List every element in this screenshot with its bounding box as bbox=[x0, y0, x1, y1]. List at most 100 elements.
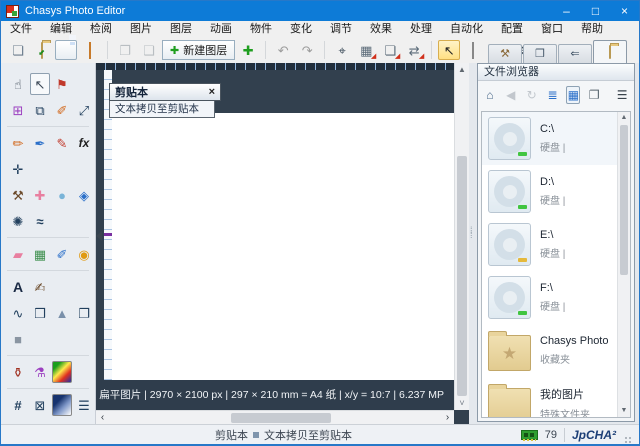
smudge-tool[interactable]: ≈ bbox=[30, 210, 50, 232]
panel-splitter-grip[interactable]: ⁞⁞ bbox=[470, 228, 473, 238]
copy-button[interactable] bbox=[114, 40, 136, 60]
fx-brush-tool[interactable]: fx bbox=[74, 132, 94, 154]
image-size-button[interactable] bbox=[379, 40, 401, 60]
menu-adjust[interactable]: 调节 bbox=[321, 21, 361, 37]
canvas-size-button[interactable] bbox=[355, 40, 377, 60]
hand-tool[interactable]: ☝ bbox=[8, 73, 28, 95]
menu-help[interactable]: 帮助 bbox=[572, 21, 612, 37]
save-button[interactable] bbox=[55, 40, 77, 60]
gradient-fill-tool[interactable] bbox=[52, 361, 72, 383]
tab-file-browser[interactable] bbox=[593, 40, 627, 63]
window-mode-button[interactable] bbox=[79, 40, 101, 60]
canvas-area[interactable]: 剪贴本 × 文本拷贝至剪贴本 扁平图片 | 2970 × 2100 px | 2… bbox=[96, 63, 469, 424]
curve-tool[interactable]: ∿ bbox=[8, 302, 28, 324]
menu-config[interactable]: 配置 bbox=[492, 21, 532, 37]
float-tab-close-icon[interactable]: × bbox=[209, 86, 215, 98]
menu-window[interactable]: 窗口 bbox=[532, 21, 572, 37]
adjust-lines-tool[interactable]: ☰ bbox=[74, 394, 94, 416]
pages-view-button[interactable] bbox=[587, 86, 601, 104]
list-item-my-pictures[interactable]: 我的图片 特殊文件夹 bbox=[482, 377, 617, 418]
resize-grip[interactable] bbox=[625, 437, 633, 445]
back-button[interactable] bbox=[504, 86, 518, 104]
signature-tool[interactable]: ✍ bbox=[30, 276, 50, 298]
chevron-down-icon[interactable] bbox=[455, 398, 469, 408]
splash-tool[interactable]: ✺ bbox=[8, 210, 28, 232]
fill-bucket-tool[interactable]: ⚱ bbox=[8, 361, 28, 383]
crop-tool[interactable]: ⧉ bbox=[30, 99, 50, 121]
dodge-sphere-tool[interactable]: ◉ bbox=[74, 243, 94, 265]
list-item-drive-f[interactable]: F:\ 硬盘 | bbox=[482, 271, 617, 324]
pencil-tool[interactable]: ✏ bbox=[8, 132, 28, 154]
vertical-scrollbar[interactable] bbox=[454, 63, 469, 410]
thumbnail-view-button[interactable] bbox=[566, 86, 580, 104]
clone-stamp-tool[interactable]: ⚒ bbox=[8, 184, 28, 206]
spray-bucket-tool[interactable]: ⚗ bbox=[30, 361, 50, 383]
scroll-up-icon[interactable] bbox=[618, 112, 630, 124]
heal-tool[interactable]: ✚ bbox=[30, 184, 50, 206]
tab-tools[interactable] bbox=[488, 44, 522, 63]
document-page[interactable] bbox=[112, 113, 454, 380]
brush-tool[interactable]: ✎ bbox=[52, 132, 72, 154]
knife-tool[interactable]: ✐ bbox=[52, 99, 72, 121]
pen-eraser-tool[interactable]: ✐ bbox=[52, 243, 72, 265]
scroll-down-icon[interactable] bbox=[618, 405, 630, 417]
undo-button[interactable] bbox=[272, 40, 294, 60]
refresh-button[interactable] bbox=[525, 86, 539, 104]
menu-effects[interactable]: 效果 bbox=[361, 21, 401, 37]
list-item-drive-e[interactable]: E:\ 硬盘 | bbox=[482, 218, 617, 271]
eyedropper-tool[interactable]: ✒ bbox=[30, 132, 50, 154]
close-button[interactable]: × bbox=[610, 1, 639, 21]
scroll-up-icon[interactable] bbox=[455, 63, 469, 76]
menu-layer[interactable]: 图层 bbox=[161, 21, 201, 37]
menu-review[interactable]: 检阅 bbox=[81, 21, 121, 37]
file-list-scrollbar[interactable] bbox=[617, 112, 630, 417]
tab-layers[interactable] bbox=[523, 44, 557, 63]
pointer-mode-button[interactable] bbox=[438, 40, 460, 60]
menu-image[interactable]: 图片 bbox=[121, 21, 161, 37]
cube-3d-tool[interactable]: ■ bbox=[8, 328, 28, 350]
shape-ellipse-tool[interactable]: ❐ bbox=[74, 302, 94, 324]
menu-process[interactable]: 处理 bbox=[401, 21, 441, 37]
preview-mode-button[interactable] bbox=[462, 40, 484, 60]
horizontal-scrollbar[interactable] bbox=[96, 410, 454, 424]
tab-import[interactable] bbox=[558, 44, 592, 63]
new-document-button[interactable] bbox=[7, 40, 29, 60]
menu-transform[interactable]: 变化 bbox=[281, 21, 321, 37]
list-item-chasys-photo[interactable]: ★ Chasys Photo 收藏夹 bbox=[482, 324, 617, 377]
polygon-tool[interactable]: ▲ bbox=[52, 302, 72, 324]
menu-object[interactable]: 物件 bbox=[241, 21, 281, 37]
smart-eraser-tool[interactable]: ▦ bbox=[30, 243, 50, 265]
horizontal-scroll-thumb[interactable] bbox=[231, 413, 331, 423]
minimize-button[interactable]: – bbox=[552, 1, 581, 21]
list-view-button[interactable] bbox=[546, 86, 560, 104]
file-list-scroll-thumb[interactable] bbox=[620, 125, 628, 275]
paste-button[interactable] bbox=[138, 40, 160, 60]
list-item-drive-c[interactable]: C:\ 硬盘 | bbox=[482, 112, 617, 165]
new-layer-button[interactable]: 新建图层 bbox=[162, 40, 235, 60]
pushpin-tool[interactable]: ⚑ bbox=[52, 73, 72, 95]
trim-canvas-button[interactable] bbox=[331, 40, 353, 60]
redo-button[interactable] bbox=[296, 40, 318, 60]
open-button[interactable] bbox=[31, 40, 53, 60]
hamburger-menu-button[interactable] bbox=[615, 86, 629, 104]
scroll-left-icon[interactable] bbox=[96, 411, 109, 424]
shapes-tool[interactable]: ❒ bbox=[30, 302, 50, 324]
eraser-tool[interactable]: ▰ bbox=[8, 243, 28, 265]
free-transform-tool[interactable]: ⤢ bbox=[74, 99, 94, 121]
scroll-right-icon[interactable] bbox=[441, 411, 454, 424]
maximize-button[interactable]: □ bbox=[581, 1, 610, 21]
gradient-map-tool[interactable] bbox=[52, 394, 72, 416]
palette-collapse-arrow-icon[interactable] bbox=[96, 231, 102, 241]
mesh-grid-tool[interactable]: # bbox=[8, 394, 28, 416]
home-button[interactable] bbox=[483, 86, 497, 104]
add-layer-from-file-button[interactable] bbox=[237, 40, 259, 60]
warp-tool[interactable]: ⊠ bbox=[30, 394, 50, 416]
select-tool[interactable]: ↖ bbox=[30, 73, 50, 95]
clipboard-float-tab[interactable]: 剪贴本 × 文本拷贝至剪贴本 bbox=[109, 83, 221, 118]
menu-automation[interactable]: 自动化 bbox=[441, 21, 492, 37]
text-tool[interactable]: A bbox=[8, 276, 28, 298]
diamond-tool[interactable]: ◈ bbox=[74, 184, 94, 206]
select-rect-add-tool[interactable]: ⊞ bbox=[8, 99, 28, 121]
menu-file[interactable]: 文件 bbox=[1, 21, 41, 37]
pixel-move-tool[interactable]: ✛ bbox=[8, 158, 28, 180]
